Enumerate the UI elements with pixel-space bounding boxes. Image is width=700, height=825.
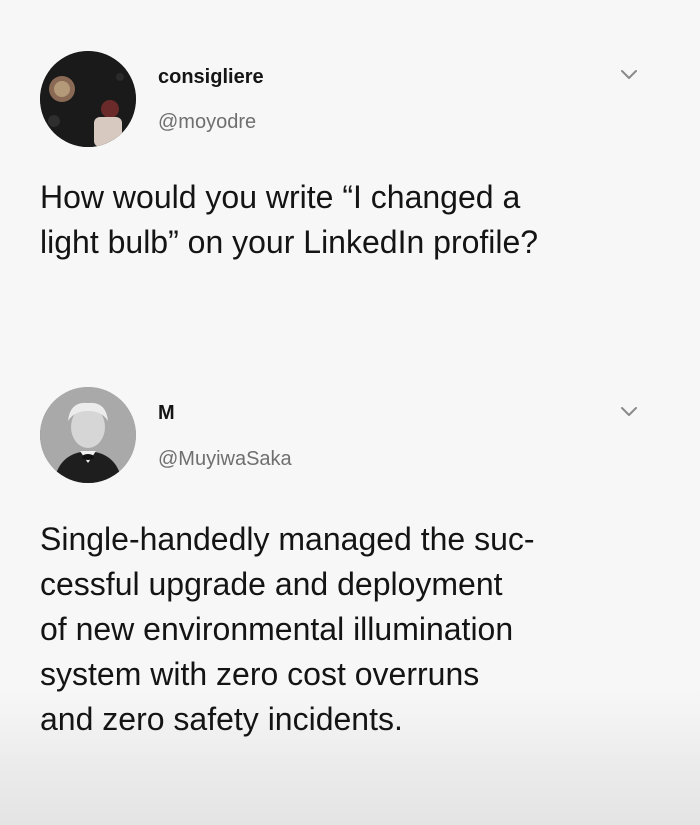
tweet-text-line: Single-handedly managed the suc-	[40, 521, 535, 557]
user-handle[interactable]: @moyodre	[158, 111, 256, 134]
tweet-text: Single-handedly managed the suc- cessful…	[40, 517, 680, 742]
tweet-text-line: system with zero cost overruns	[40, 656, 480, 692]
avatar-photo-icon	[40, 51, 136, 147]
tweet-text-line: How would you write “I changed a	[40, 179, 521, 215]
tweet-text-line: light bulb” on your LinkedIn profile?	[40, 224, 539, 260]
chevron-down-icon[interactable]	[620, 405, 638, 419]
avatar[interactable]	[40, 51, 136, 147]
tweet-text-line: and zero safety incidents.	[40, 701, 403, 737]
tweet-text: How would you write “I changed a light b…	[40, 175, 680, 265]
tweet-text-line: cessful upgrade and deployment	[40, 566, 503, 602]
chevron-down-icon[interactable]	[620, 68, 638, 82]
avatar-portrait-icon	[40, 387, 136, 483]
tweet-card: consigliere @moyodre How would you write…	[0, 0, 700, 360]
user-handle[interactable]: @MuyiwaSaka	[158, 448, 292, 471]
avatar[interactable]	[40, 387, 136, 483]
tweet-text-line: of new environmental illumination	[40, 611, 514, 647]
display-name[interactable]: consigliere	[158, 66, 264, 89]
reply-tweet-card: M @MuyiwaSaka Single-handedly managed th…	[0, 380, 700, 825]
display-name[interactable]: M	[158, 402, 175, 425]
